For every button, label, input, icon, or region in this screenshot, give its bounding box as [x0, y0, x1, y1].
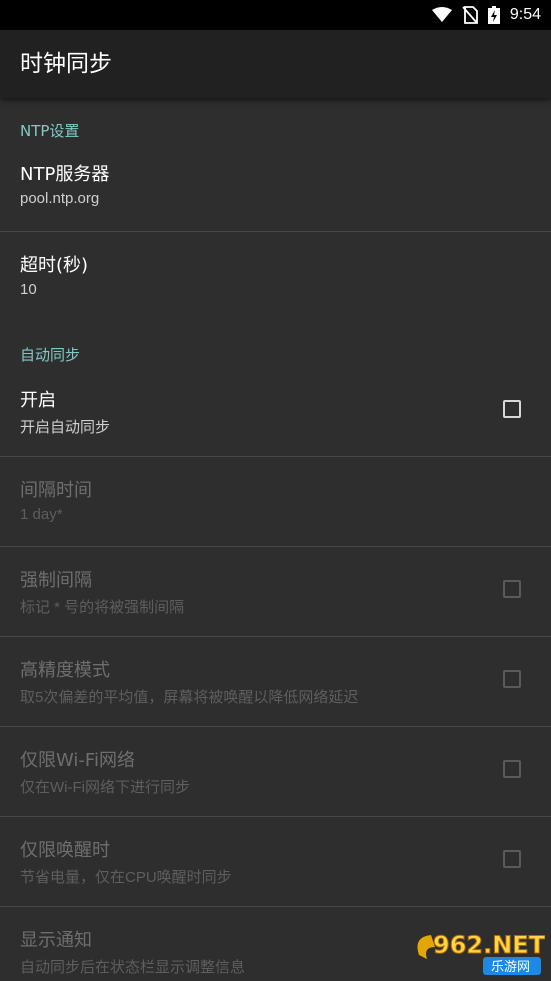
force-interval-checkbox[interactable]: [503, 580, 521, 598]
setting-title: 仅限Wi-Fi网络: [20, 750, 135, 771]
status-time: 9:54: [509, 6, 541, 23]
battery-charging-icon: [487, 6, 500, 24]
app-bar: 时钟同步: [0, 30, 551, 98]
setting-summary: pool.ntp.org: [20, 190, 100, 207]
setting-awake-only[interactable]: 仅限唤醒时 节省电量，仅在CPU唤醒时同步: [0, 816, 551, 906]
watermark-subtext: 乐游网: [491, 960, 530, 975]
setting-enable[interactable]: 开启 开启自动同步: [0, 366, 551, 456]
page-title: 时钟同步: [20, 51, 112, 77]
wifi-icon: [431, 7, 452, 22]
high-precision-checkbox[interactable]: [503, 670, 521, 688]
setting-summary: 1 day*: [20, 506, 63, 523]
setting-title: 强制间隔: [20, 570, 92, 591]
awake-only-checkbox[interactable]: [503, 850, 521, 868]
enable-checkbox[interactable]: [503, 400, 521, 418]
no-sim-icon: [462, 6, 478, 24]
setting-title: 开启: [20, 390, 56, 411]
section-header-ntp: NTP设置: [20, 122, 80, 140]
setting-title: NTP服务器: [20, 164, 110, 185]
setting-summary: 10: [20, 281, 37, 298]
setting-title: 仅限唤醒时: [20, 840, 110, 861]
setting-force-interval[interactable]: 强制间隔 标记 * 号的将被强制间隔: [0, 546, 551, 636]
setting-summary: 自动同步后在状态栏显示调整信息: [20, 959, 246, 976]
setting-title: 超时(秒): [20, 255, 89, 276]
setting-timeout[interactable]: 超时(秒) 10: [0, 231, 551, 321]
setting-interval[interactable]: 间隔时间 1 day*: [0, 456, 551, 546]
section-header-auto-sync: 自动同步: [20, 346, 81, 364]
setting-summary: 开启自动同步: [20, 419, 111, 436]
wifi-only-checkbox[interactable]: [503, 760, 521, 778]
status-bar: 9:54: [0, 0, 551, 30]
setting-summary: 仅在Wi-Fi网络下进行同步: [20, 779, 190, 796]
watermark-text: 962.NET: [433, 931, 545, 959]
setting-title: 高精度模式: [20, 660, 110, 681]
setting-wifi-only[interactable]: 仅限Wi-Fi网络 仅在Wi-Fi网络下进行同步: [0, 726, 551, 816]
setting-summary: 标记 * 号的将被强制间隔: [20, 599, 185, 616]
setting-summary: 节省电量，仅在CPU唤醒时同步: [20, 869, 232, 886]
setting-ntp-server[interactable]: NTP服务器 pool.ntp.org: [0, 140, 551, 230]
setting-title: 间隔时间: [20, 480, 92, 501]
site-watermark-logo: 962.NET 乐游网: [417, 931, 545, 975]
setting-summary: 取5次偏差的平均值，屏幕将被唤醒以降低网络延迟: [20, 689, 359, 706]
setting-title: 显示通知: [20, 930, 92, 951]
settings-list[interactable]: NTP设置 NTP服务器 pool.ntp.org 超时(秒) 10 自动同步 …: [0, 98, 551, 981]
setting-high-precision[interactable]: 高精度模式 取5次偏差的平均值，屏幕将被唤醒以降低网络延迟: [0, 636, 551, 726]
